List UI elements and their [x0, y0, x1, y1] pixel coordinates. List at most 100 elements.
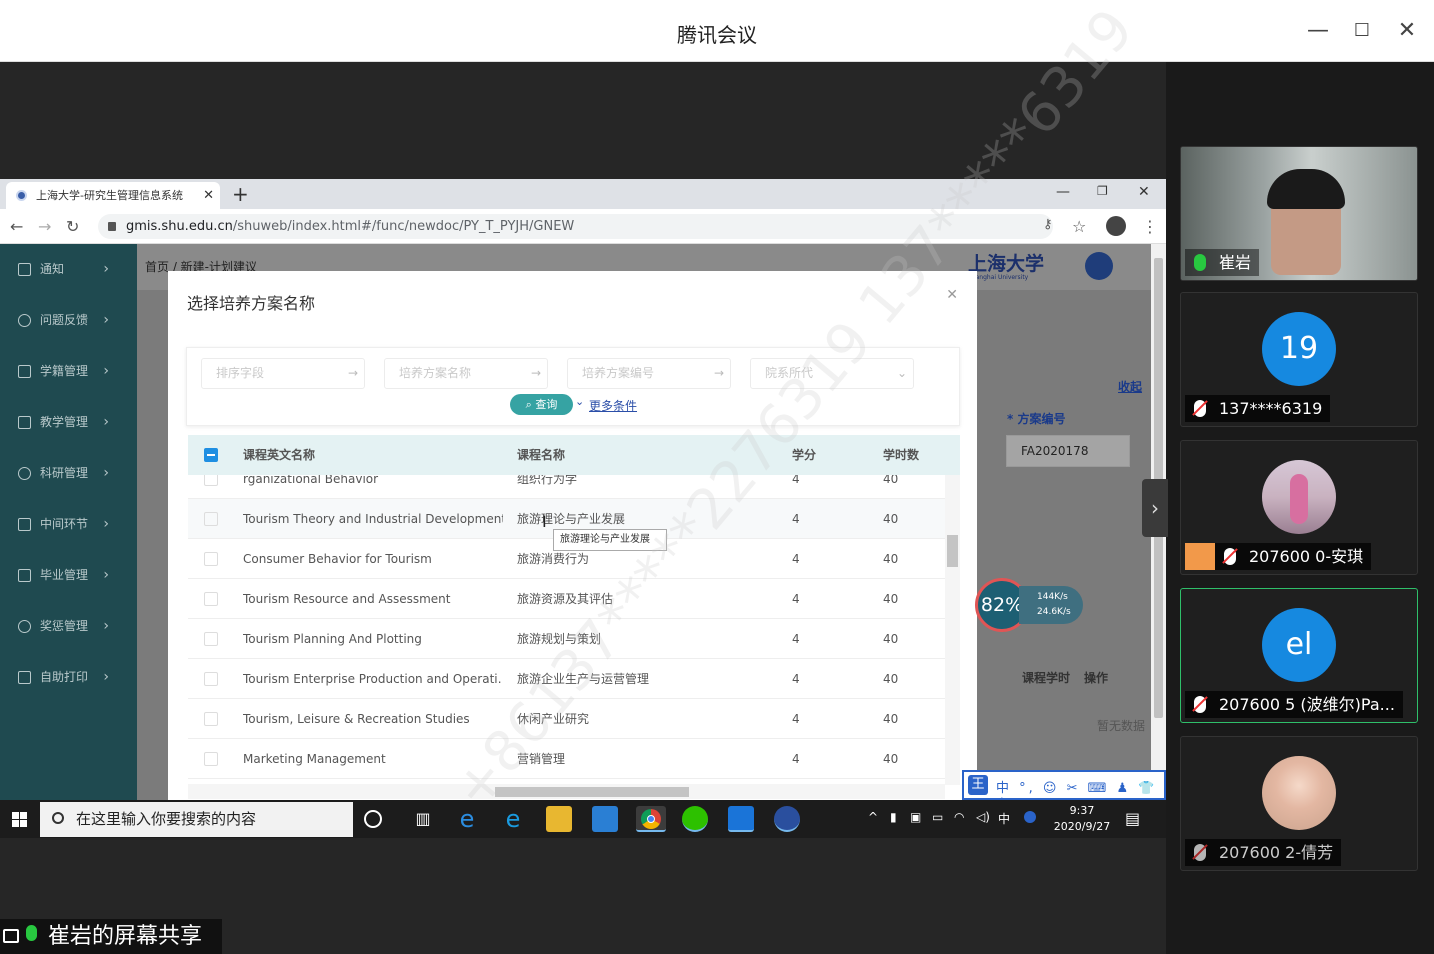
department-select[interactable]: 院系所代 ⌄ [750, 358, 914, 389]
table-row[interactable]: Tourism, Leisure & Recreation Studies 休闲产… [188, 699, 945, 739]
wifi-icon[interactable]: ◠ [954, 810, 964, 824]
more-conditions-link[interactable]: 更多条件 [589, 397, 637, 414]
table-row[interactable]: Tourism Resource and Assessment 旅游资源及其评估 4… [188, 579, 945, 619]
sidebar-item-graduation[interactable]: 毕业管理 › [0, 550, 137, 601]
scrollbar-thumb[interactable] [495, 787, 689, 797]
mail-icon[interactable] [592, 806, 618, 832]
task-view-icon[interactable]: ▥ [410, 806, 436, 832]
participant-nametag: 207600 0-安琪 [1215, 543, 1372, 570]
profile-icon[interactable] [1106, 216, 1126, 236]
university-logo: 上海大学 [968, 253, 1045, 275]
menu-icon[interactable]: ⋮ [1142, 217, 1158, 236]
photos-icon[interactable] [728, 806, 754, 832]
chevron-up-icon[interactable]: ^ [868, 810, 878, 824]
participant-tile-camera[interactable]: 崔岩 [1180, 146, 1418, 281]
back-icon[interactable]: ← [10, 217, 23, 236]
sidebar-item-feedback[interactable]: 问题反馈 › [0, 295, 137, 346]
panel-toggle-chevron-icon[interactable]: › [1142, 479, 1168, 537]
query-button[interactable]: ⌕ 查询 [510, 394, 573, 415]
browser-restore-icon[interactable]: ❐ [1097, 184, 1108, 198]
user-avatar-icon[interactable] [1085, 252, 1113, 280]
ime-language[interactable]: 中 [998, 810, 1010, 827]
tab-close-icon[interactable]: ✕ [203, 182, 214, 209]
table-row[interactable]: Tourism Enterprise Production and Operat… [188, 659, 945, 699]
ie-icon[interactable]: e [454, 806, 480, 832]
key-icon[interactable]: ⚷ [1043, 217, 1053, 232]
sidebar-item-awards[interactable]: 奖惩管理 › [0, 601, 137, 652]
cell-course-name: 旅游企业生产与运营管理 [517, 672, 650, 686]
row-checkbox[interactable] [204, 712, 218, 726]
cell-hours: 40 [883, 672, 899, 686]
table-hscroll[interactable] [188, 784, 945, 799]
usb-icon[interactable]: ▮ [890, 810, 897, 824]
plan-number-input[interactable]: 培养方案编号 → [567, 358, 731, 389]
table-row[interactable]: Marketing Management 营销管理 4 40 [188, 739, 945, 779]
collapse-link[interactable]: 收起 [1118, 378, 1142, 395]
screen-share-label: 崔岩的屏幕共享 [0, 919, 222, 954]
sidebar-item-midterm[interactable]: 中间环节 › [0, 499, 137, 550]
new-tab-icon[interactable]: + [232, 182, 249, 206]
ime-status-icon[interactable] [1024, 811, 1036, 823]
table-row[interactable]: rganizational Behavior 组织行为学 4 40 [188, 475, 945, 499]
minimize-icon[interactable]: — [1305, 18, 1331, 44]
row-checkbox[interactable] [204, 592, 218, 606]
mic-muted-icon [1194, 844, 1206, 861]
volume-icon[interactable]: ◁) [976, 810, 990, 824]
close-icon[interactable]: ✕ [1394, 18, 1420, 44]
cell-english-name: Tourism, Leisure & Recreation Studies [243, 712, 470, 726]
taskbar-clock[interactable]: 9:37 2020/9/27 [1045, 803, 1119, 835]
participant-tile[interactable]: 207600 2-倩芳 [1180, 736, 1418, 871]
star-icon[interactable]: ☆ [1072, 217, 1086, 236]
maximize-icon[interactable]: ☐ [1349, 18, 1375, 44]
browser-close-icon[interactable]: ✕ [1138, 184, 1150, 200]
ime-toolbar[interactable]: 王 中 °, ☺ ✂ ⌨ ♟ 👕 ⚙ [962, 770, 1166, 801]
tencent-meeting-icon[interactable] [774, 806, 800, 832]
site-sidebar: 通知 › 问题反馈 › 学籍管理 › 教学管理 › 科研管理 › 中间环节 › 毕业管理 › … [0, 244, 137, 801]
row-checkbox[interactable] [204, 475, 218, 486]
cell-english-name: rganizational Behavior [243, 475, 379, 486]
taskbar-search-input[interactable]: 在这里输入你要搜索的内容 [40, 802, 353, 837]
cell-hours: 40 [883, 752, 899, 766]
windows-start-icon[interactable] [0, 800, 38, 838]
scrollbar-thumb[interactable] [947, 535, 958, 567]
sort-field-input[interactable]: 排序字段 → [201, 358, 365, 389]
participant-tile[interactable]: 19 137****6319 [1180, 292, 1418, 427]
reload-icon[interactable]: ↻ [66, 217, 79, 236]
sidebar-item-status[interactable]: 学籍管理 › [0, 346, 137, 397]
ime-options[interactable]: 中 °, ☺ ✂ ⌨ ♟ 👕 ⚙ [996, 777, 1164, 801]
select-all-checkbox[interactable] [204, 448, 218, 462]
table-row[interactable]: Tourism Planning And Plotting 旅游规划与策划 4 40 [188, 619, 945, 659]
participant-tile[interactable]: 207600 0-安琪 [1180, 440, 1418, 575]
browser-tab[interactable]: 上海大学-研究生管理信息系统 ✕ [6, 182, 220, 209]
wechat-icon[interactable] [682, 806, 708, 832]
modal-close-icon[interactable]: ✕ [946, 287, 958, 303]
plan-name-input[interactable]: 培养方案名称 → [384, 358, 548, 389]
tooltip: 旅游理论与产业发展 [553, 529, 667, 551]
row-checkbox[interactable] [204, 552, 218, 566]
table-vscroll[interactable] [945, 475, 960, 785]
ime-logo: 王 [968, 775, 988, 795]
sidebar-item-teaching[interactable]: 教学管理 › [0, 397, 137, 448]
row-checkbox[interactable] [204, 672, 218, 686]
forward-icon[interactable]: → [38, 217, 51, 236]
participant-tile-active[interactable]: el 207600 5 (波维尔)Pa... [1180, 588, 1418, 723]
sidebar-item-notice[interactable]: 通知 › [0, 244, 137, 295]
network-speed-widget[interactable]: 82% 144K/s 24.6K/s [975, 578, 1083, 632]
edge-icon[interactable]: e [500, 806, 526, 832]
row-checkbox[interactable] [204, 752, 218, 766]
participant-nametag: 137****6319 [1185, 395, 1331, 422]
file-explorer-icon[interactable] [546, 806, 572, 832]
sidebar-item-print[interactable]: 自助打印 › [0, 652, 137, 703]
plan-no-field[interactable]: FA2020178 [1006, 435, 1130, 467]
row-checkbox[interactable] [204, 632, 218, 646]
battery-icon[interactable]: ▭ [932, 810, 943, 824]
sidebar-item-research[interactable]: 科研管理 › [0, 448, 137, 499]
url-input[interactable]: gmis.shu.edu.cn/shuweb/index.html#/func/… [98, 214, 1053, 239]
cortana-icon[interactable] [364, 810, 382, 828]
notification-icon[interactable]: ▤ [1125, 806, 1151, 832]
security-icon[interactable]: ▣ [910, 810, 921, 824]
chrome-icon[interactable] [636, 806, 666, 832]
browser-minimize-icon[interactable]: — [1056, 184, 1070, 200]
participant-name: 207600 0-安琪 [1249, 547, 1364, 566]
row-checkbox[interactable] [204, 512, 218, 526]
